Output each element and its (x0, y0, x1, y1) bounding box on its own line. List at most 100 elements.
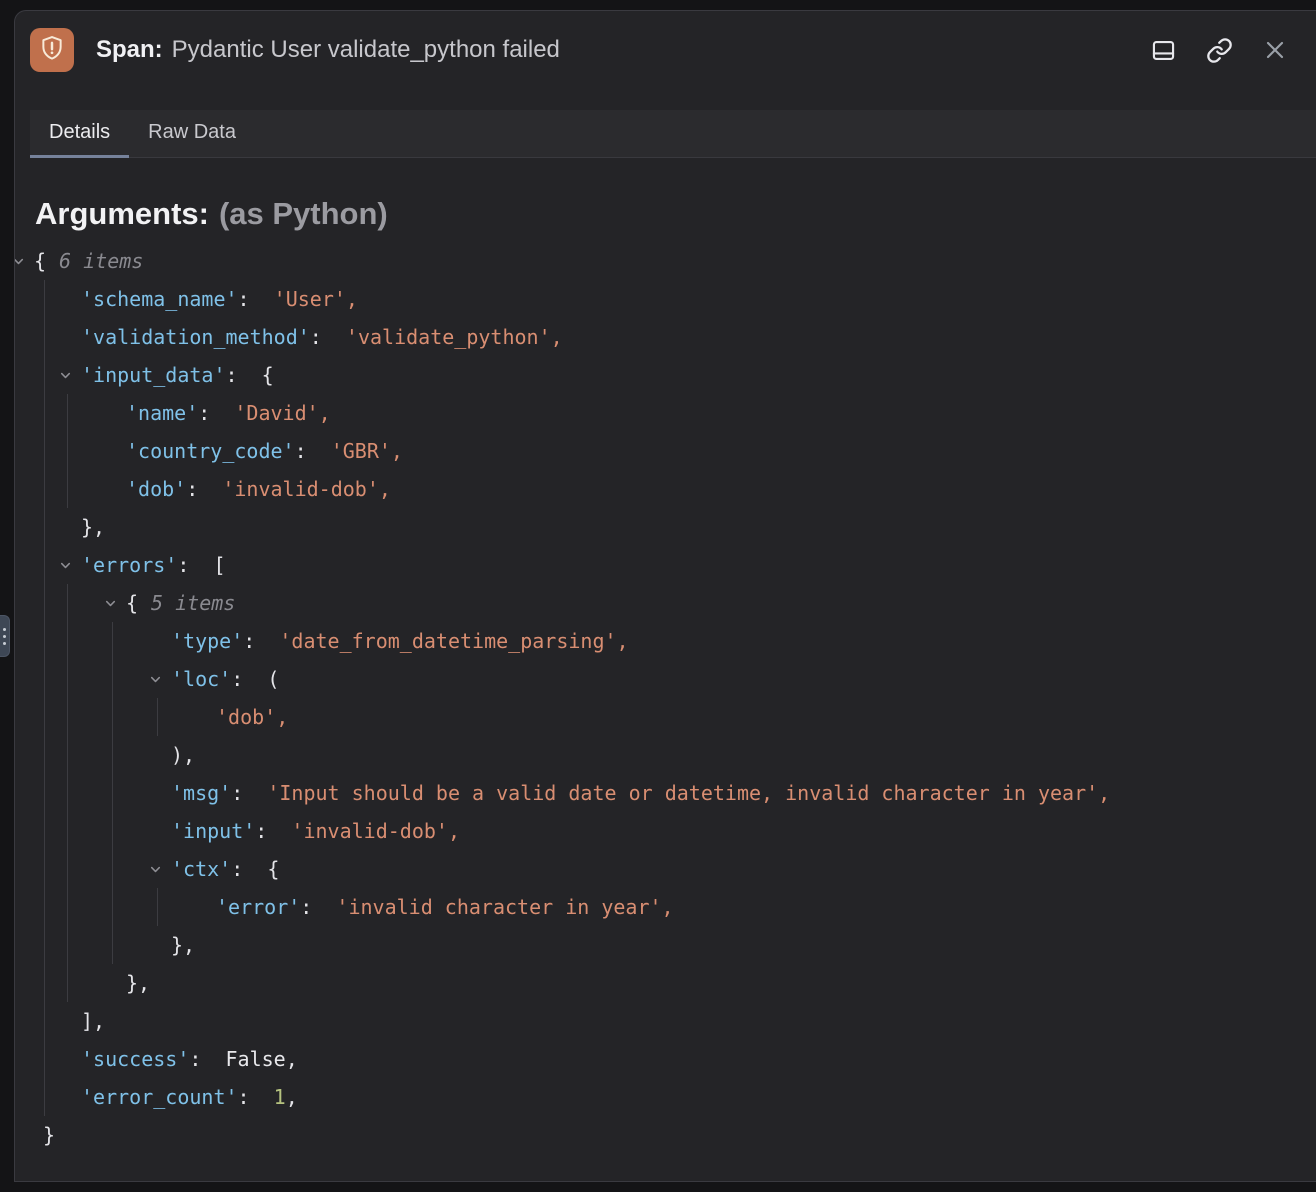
tree-value: 'validate_python', (346, 325, 563, 349)
tree-children-group: {5 items 'type': 'date_from_datetime_pars… (67, 584, 1316, 1002)
tree-leaf-row: 'country_code': 'GBR', (68, 432, 1316, 470)
tree-key: 'errors' (81, 553, 177, 577)
tree-punctuation: ( (267, 667, 279, 691)
tree-closer-row: } (15, 1116, 1316, 1154)
tree-children-group: 'schema_name': 'User','validation_method… (44, 280, 1316, 1116)
tree-key: 'name' (126, 401, 198, 425)
collapse-chevron-icon[interactable] (149, 660, 171, 698)
json-tree: {6 items'schema_name': 'User','validatio… (15, 242, 1316, 1154)
drawer-header: Span: Pydantic User validate_python faile… (15, 11, 1316, 73)
tree-punctuation: : (226, 363, 262, 387)
tree-closer-row: }, (113, 926, 1316, 964)
tree-key: 'schema_name' (81, 287, 238, 311)
tree-punctuation: : (238, 1085, 274, 1109)
tree-key: 'error_count' (81, 1085, 238, 1109)
tree-value: 'David', (234, 401, 330, 425)
tree-punctuation: , (286, 1085, 298, 1109)
tree-value: 'GBR', (331, 439, 403, 463)
tree-children-group: 'name': 'David','country_code': 'GBR','d… (67, 394, 1316, 508)
span-title: Span: Pydantic User validate_python faile… (96, 36, 560, 64)
tree-key: 'country_code' (126, 439, 295, 463)
collapse-chevron-icon[interactable] (59, 356, 81, 394)
tree-leaf-row: 'dob': 'invalid-dob', (68, 470, 1316, 508)
tree-leaf-row: 'type': 'date_from_datetime_parsing', (113, 622, 1316, 660)
arguments-heading: Arguments: (as Python) (35, 196, 1316, 232)
tree-key: 'type' (171, 629, 243, 653)
tree-punctuation: [ (213, 553, 225, 577)
span-kind-label: Span: (96, 36, 163, 63)
tree-punctuation: : (300, 895, 336, 919)
tree-leaf-row: 'validation_method': 'validate_python', (45, 318, 1316, 356)
tree-value: 'invalid-dob', (222, 477, 391, 501)
tree-punctuation: : (231, 857, 267, 881)
tree-punctuation: : (295, 439, 331, 463)
collapse-chevron-icon[interactable] (14, 242, 34, 280)
tree-punctuation: }, (171, 933, 195, 957)
tree-item-count: 6 items (59, 249, 143, 273)
tree-leaf-row: 'dob', (158, 698, 1316, 736)
tree-punctuation: : (231, 667, 267, 691)
span-detail-drawer: Span: Pydantic User validate_python faile… (14, 10, 1316, 1182)
tree-branch-row: 'input_data': { (45, 356, 1316, 394)
tree-punctuation: { (126, 591, 138, 615)
tree-key: 'success' (81, 1047, 189, 1071)
tree-punctuation: : (310, 325, 346, 349)
tree-value: 'Input should be a valid date or datetim… (267, 781, 1110, 805)
tree-value: 'date_from_datetime_parsing', (279, 629, 628, 653)
tree-punctuation: : (198, 401, 234, 425)
collapse-chevron-icon[interactable] (104, 584, 126, 622)
tree-closer-row: ], (45, 1002, 1316, 1040)
tree-value: False (226, 1047, 286, 1071)
tree-punctuation: { (267, 857, 279, 881)
grip-dot (3, 635, 6, 638)
tree-punctuation: ], (81, 1009, 105, 1033)
tree-closer-row: ), (113, 736, 1316, 774)
collapse-chevron-icon[interactable] (59, 546, 81, 584)
tree-value: 'User', (274, 287, 358, 311)
tree-branch-row: 'errors': [ (45, 546, 1316, 584)
arguments-heading-main: Arguments: (35, 196, 209, 231)
tree-branch-row: 'ctx': { (113, 850, 1316, 888)
tree-key: 'input_data' (81, 363, 226, 387)
arguments-heading-suffix: (as Python) (219, 196, 388, 231)
tree-children-group: 'error': 'invalid character in year', (157, 888, 1316, 926)
grip-dot (3, 642, 6, 645)
tab-raw-data[interactable]: Raw Data (129, 110, 255, 158)
details-panel: Arguments:(as Python) {6 items'schema_na… (15, 158, 1316, 1154)
tree-branch-row: 'loc': ( (113, 660, 1316, 698)
tree-key: 'validation_method' (81, 325, 310, 349)
tree-punctuation: : (177, 553, 213, 577)
tree-leaf-row: 'error': 'invalid character in year', (158, 888, 1316, 926)
tab-details[interactable]: Details (30, 110, 129, 158)
tree-key: 'ctx' (171, 857, 231, 881)
tree-punctuation: : (189, 1047, 225, 1071)
link-icon[interactable] (1204, 35, 1234, 65)
tree-punctuation: ), (171, 743, 195, 767)
tree-branch-row: {6 items (15, 242, 1316, 280)
tree-punctuation: : (231, 781, 267, 805)
tree-value: 'invalid character in year', (336, 895, 673, 919)
span-kind-badge (30, 28, 74, 72)
grip-dot (3, 628, 6, 631)
tree-leaf-row: 'success': False, (45, 1040, 1316, 1078)
tree-value: 'dob', (216, 705, 288, 729)
tree-children-group: 'dob', (157, 698, 1316, 736)
close-icon[interactable] (1260, 35, 1290, 65)
span-title-text: Pydantic User validate_python failed (172, 36, 560, 63)
tree-leaf-row: 'msg': 'Input should be a valid date or … (113, 774, 1316, 812)
collapse-chevron-icon[interactable] (149, 850, 171, 888)
tree-key: 'loc' (171, 667, 231, 691)
tree-leaf-row: 'schema_name': 'User', (45, 280, 1316, 318)
header-actions (1148, 35, 1290, 65)
tree-leaf-row: 'input': 'invalid-dob', (113, 812, 1316, 850)
tree-key: 'dob' (126, 477, 186, 501)
dock-panel-icon[interactable] (1148, 35, 1178, 65)
drawer-resize-handle[interactable] (0, 615, 10, 657)
tree-children-group: 'type': 'date_from_datetime_parsing','lo… (112, 622, 1316, 964)
tree-punctuation: }, (126, 971, 150, 995)
tree-item-count: 5 items (151, 591, 235, 615)
tree-punctuation: } (43, 1123, 55, 1147)
tree-key: 'msg' (171, 781, 231, 805)
tree-leaf-row: 'error_count': 1, (45, 1078, 1316, 1116)
tree-value: 'invalid-dob', (291, 819, 460, 843)
